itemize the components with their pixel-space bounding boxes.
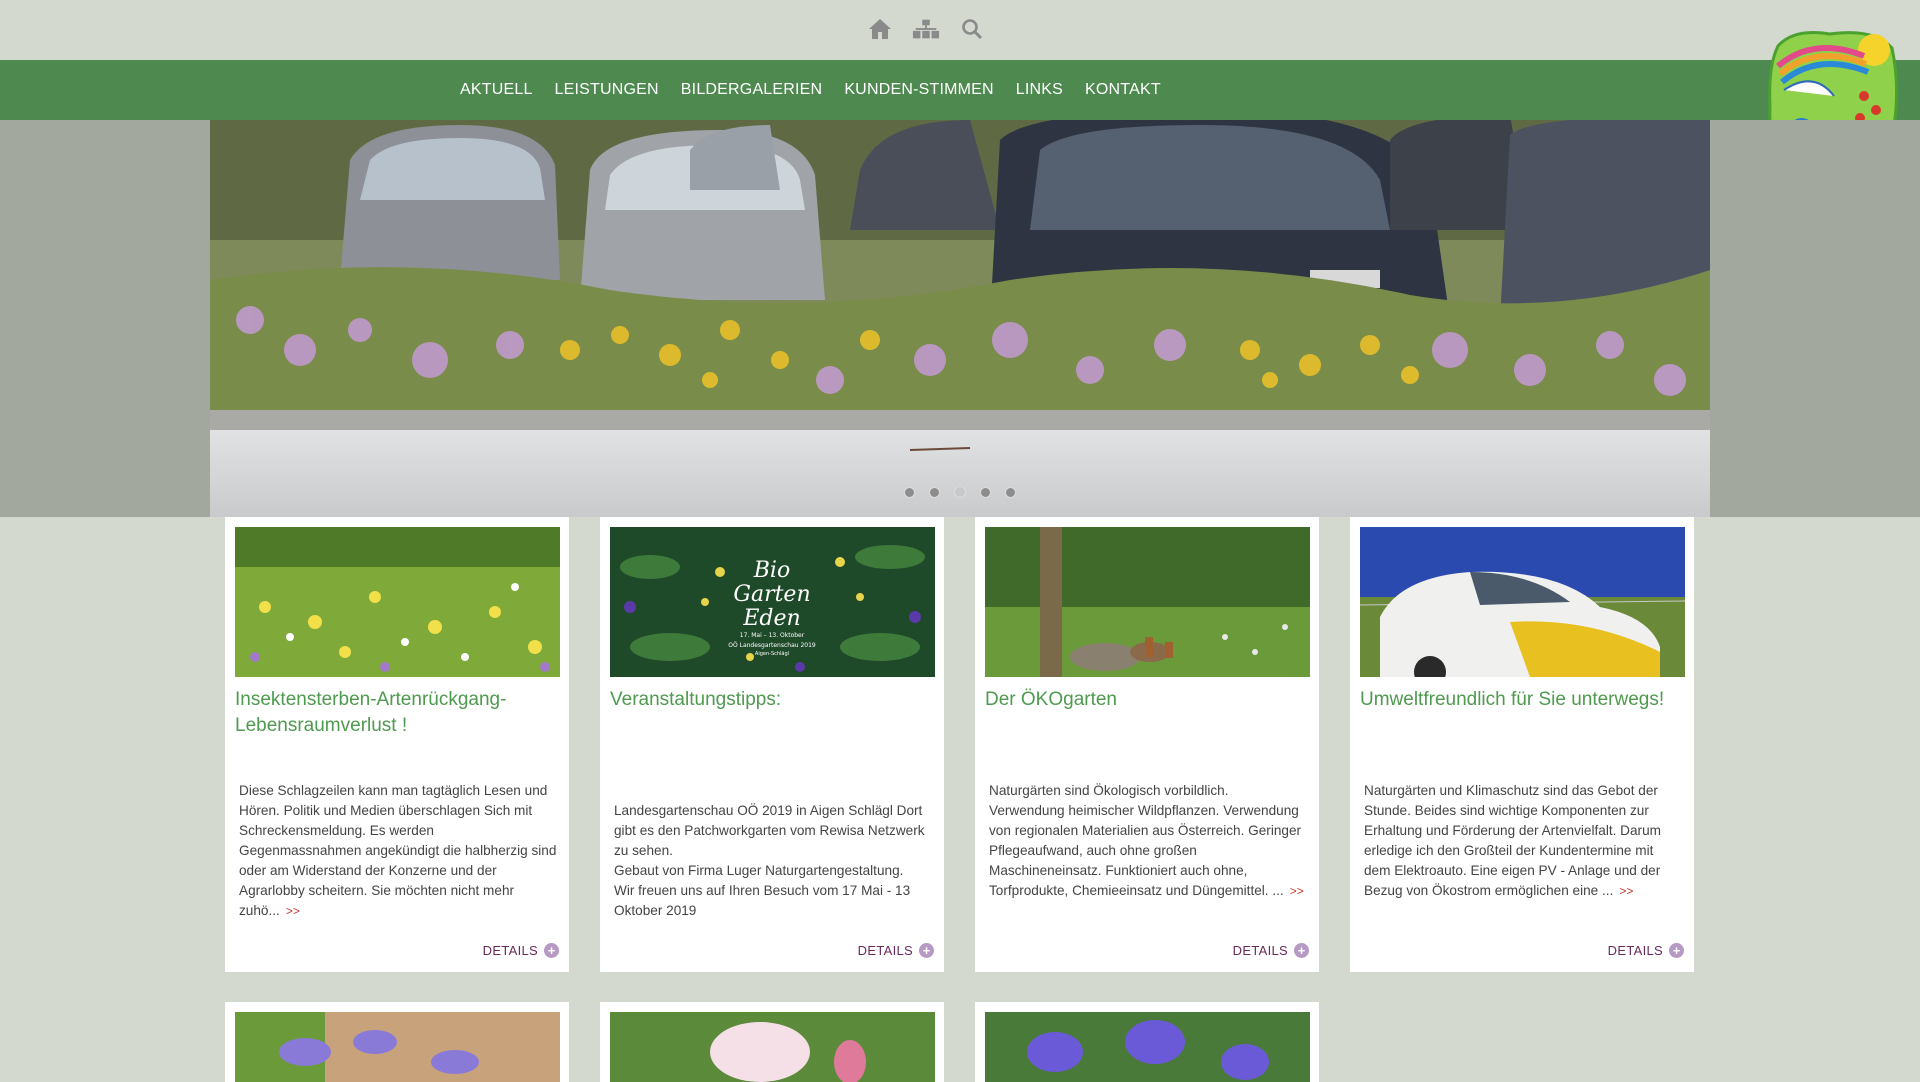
card-text: Diese Schlagzeilen kann man tagtäglich L… [239, 781, 557, 921]
news-card: Umweltfreundlich für Sie unterwegs! Natu… [1350, 517, 1694, 972]
news-card: Der ÖKOgarten Naturgärten sind Ökologisc… [975, 517, 1319, 972]
sitemap-icon[interactable] [912, 15, 940, 43]
garten-text: Garten [733, 582, 810, 607]
nav-item-kontakt[interactable]: KONTAKT [1085, 81, 1161, 99]
details-button[interactable]: DETAILS + [1608, 943, 1684, 958]
card-title[interactable]: Veranstaltungstipps: [610, 687, 935, 713]
news-card: Bio Garten Eden 17. Mai – 13. Oktober OÖ… [600, 517, 944, 972]
card-excerpt: Landesgartenschau OÖ 2019 in Aigen Schlä… [614, 803, 925, 918]
date-text: 17. Mai – 13. Oktober [740, 632, 805, 639]
top-bar [0, 0, 1920, 60]
main-nav-bar: AKTUELL LEISTUNGEN BILDERGALERIEN KUNDEN… [0, 60, 1920, 120]
card-text: Landesgartenschau OÖ 2019 in Aigen Schlä… [614, 781, 932, 921]
plus-circle-icon: + [1669, 943, 1684, 958]
event-text: OÖ Landesgartenschau 2019 [728, 642, 816, 649]
details-label: DETAILS [857, 943, 913, 958]
card-image-clematis[interactable] [235, 1012, 560, 1082]
hero-image [210, 120, 1710, 517]
home-icon[interactable] [866, 15, 894, 43]
nav-item-bildergalerien[interactable]: BILDERGALERIEN [681, 81, 823, 99]
card-title[interactable]: Umweltfreundlich für Sie unterwegs! [1360, 687, 1685, 713]
location-text: Aigen-Schlägl [755, 651, 789, 657]
slider-dot[interactable] [904, 487, 915, 498]
plus-circle-icon: + [919, 943, 934, 958]
main-nav: AKTUELL LEISTUNGEN BILDERGALERIEN KUNDEN… [460, 60, 1161, 120]
card-text: Naturgärten sind Ökologisch vorbildlich.… [989, 781, 1307, 901]
read-more-link[interactable]: >> [1290, 884, 1304, 898]
read-more-link[interactable]: >> [286, 904, 300, 918]
plus-circle-icon: + [544, 943, 559, 958]
news-card [600, 1002, 944, 1082]
nav-item-leistungen[interactable]: LEISTUNGEN [555, 81, 659, 99]
slider-dot-active[interactable] [954, 486, 966, 498]
card-image-bellflower[interactable] [985, 1012, 1310, 1082]
details-label: DETAILS [1607, 943, 1663, 958]
card-excerpt: Diese Schlagzeilen kann man tagtäglich L… [239, 783, 557, 918]
slider-dot[interactable] [980, 487, 991, 498]
card-text: Naturgärten und Klimaschutz sind das Geb… [1364, 781, 1682, 901]
slider-dot[interactable] [1005, 487, 1016, 498]
details-label: DETAILS [482, 943, 538, 958]
eden-text: Eden [742, 606, 800, 631]
top-icons [866, 14, 986, 44]
card-excerpt: Naturgärten und Klimaschutz sind das Geb… [1364, 783, 1661, 898]
news-card: Insektensterben-Artenrückgang-Lebensraum… [225, 517, 569, 972]
hero-slider[interactable] [210, 120, 1710, 517]
card-image-electric-car[interactable] [1360, 527, 1685, 677]
card-excerpt: Naturgärten sind Ökologisch vorbildlich.… [989, 783, 1302, 898]
read-more-link[interactable]: >> [1619, 884, 1633, 898]
bio-text: Bio [753, 558, 790, 583]
card-image-bio-garten-eden[interactable]: Bio Garten Eden 17. Mai – 13. Oktober OÖ… [610, 527, 935, 677]
card-title[interactable]: Insektensterben-Artenrückgang-Lebensraum… [235, 687, 560, 739]
slider-dot[interactable] [929, 487, 940, 498]
nav-item-kunden-stimmen[interactable]: KUNDEN-STIMMEN [844, 81, 993, 99]
card-image-wildflower-meadow[interactable] [235, 527, 560, 677]
card-image-blossom[interactable] [610, 1012, 935, 1082]
card-image-eco-garden[interactable] [985, 527, 1310, 677]
slider-dots [210, 486, 1710, 498]
search-icon[interactable] [958, 15, 986, 43]
details-button[interactable]: DETAILS + [1233, 943, 1309, 958]
details-label: DETAILS [1232, 943, 1288, 958]
plus-circle-icon: + [1294, 943, 1309, 958]
card-title[interactable]: Der ÖKOgarten [985, 687, 1310, 713]
nav-item-links[interactable]: LINKS [1016, 81, 1063, 99]
news-card [975, 1002, 1319, 1082]
details-button[interactable]: DETAILS + [483, 943, 559, 958]
nav-item-aktuell[interactable]: AKTUELL [460, 81, 533, 99]
details-button[interactable]: DETAILS + [858, 943, 934, 958]
news-card [225, 1002, 569, 1082]
